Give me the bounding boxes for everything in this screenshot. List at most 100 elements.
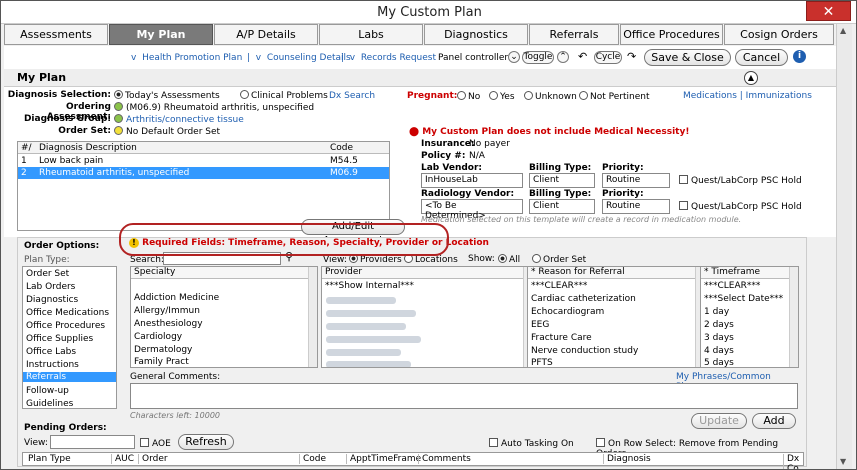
reason-list[interactable]: * Reason for Referral ***CLEAR*** Cardia… xyxy=(527,266,705,368)
tab-diagnostics[interactable]: Diagnostics xyxy=(424,24,528,45)
pregnant-yes-radio[interactable]: Yes xyxy=(489,91,515,102)
list-item[interactable]: Guidelines xyxy=(26,399,73,408)
table-row-selected[interactable]: 2 Rheumatoid arthritis, unspecified M06.… xyxy=(18,167,389,179)
list-item[interactable]: ***CLEAR*** xyxy=(531,281,587,291)
cancel-button[interactable]: Cancel xyxy=(735,49,788,66)
rad-priority-field[interactable]: Routine xyxy=(602,199,670,214)
priority-field[interactable]: Routine xyxy=(602,173,670,188)
list-item[interactable]: Office Medications xyxy=(26,308,109,318)
characters-left: Characters left: 10000 xyxy=(130,411,220,420)
diagnosis-group-value[interactable]: Arthritis/connective tissue xyxy=(114,114,244,125)
info-icon[interactable]: i xyxy=(793,50,806,63)
timeframe-scrollbar[interactable] xyxy=(789,267,798,367)
list-item[interactable]: Family Pract xyxy=(134,357,189,367)
list-item[interactable]: Addiction Medicine xyxy=(134,293,219,303)
tab-my-plan[interactable]: My Plan xyxy=(109,24,213,45)
dx-search-link[interactable]: Dx Search xyxy=(329,91,375,101)
redacted-item[interactable] xyxy=(326,361,411,367)
redacted-item[interactable] xyxy=(326,310,416,317)
records-request-link[interactable]: | v Records Request xyxy=(341,53,436,63)
redacted-item[interactable] xyxy=(326,349,401,356)
list-item[interactable]: Anesthesiology xyxy=(134,319,203,329)
scroll-up-icon[interactable]: ▲ xyxy=(840,26,846,35)
list-item[interactable]: 1 day xyxy=(704,307,729,317)
table-row[interactable]: 1 Low back pain M54.5 xyxy=(18,155,389,167)
collapse-down-icon[interactable]: ⌄ xyxy=(508,51,520,63)
collapse-section-icon[interactable]: ▲ xyxy=(744,71,758,85)
add-button[interactable]: Add xyxy=(752,413,796,429)
redacted-item[interactable] xyxy=(326,323,406,330)
cycle-button[interactable]: Cycle xyxy=(594,51,622,64)
timeframe-list[interactable]: * Timeframe ***CLEAR*** ***Select Date**… xyxy=(700,266,799,368)
pregnant-unknown-radio[interactable]: Unknown xyxy=(524,91,577,102)
specialty-list[interactable]: Specialty Addiction Medicine Allergy/Imm… xyxy=(130,266,318,368)
list-item[interactable]: Lab Orders xyxy=(26,282,75,292)
list-item[interactable]: Office Procedures xyxy=(26,321,105,331)
list-item[interactable]: 3 days xyxy=(704,333,734,343)
list-item[interactable]: Instructions xyxy=(26,360,79,370)
auto-tasking-checkbox[interactable]: Auto Tasking On xyxy=(489,438,574,449)
clinical-problems-radio[interactable]: Clinical Problems xyxy=(240,90,328,101)
quest-labcorp-checkbox[interactable]: Quest/LabCorp PSC Hold xyxy=(679,175,802,186)
radiology-vendor-field[interactable]: <To Be Determined> xyxy=(421,199,523,221)
list-item[interactable]: EEG xyxy=(531,320,549,330)
list-item[interactable]: Nerve conduction study xyxy=(531,346,638,356)
medications-immunizations-link[interactable]: Medications | Immunizations xyxy=(683,91,812,101)
specialty-scrollbar[interactable] xyxy=(308,267,317,367)
order-options-list[interactable]: Order Set Lab Orders Diagnostics Office … xyxy=(22,266,117,409)
billing-type-field[interactable]: Client xyxy=(529,173,595,188)
health-promotion-link[interactable]: v Health Promotion Plan xyxy=(131,53,242,63)
list-item[interactable]: Fracture Care xyxy=(531,333,592,343)
rad-billing-type-field[interactable]: Client xyxy=(529,199,595,214)
pregnant-not-pertinent-radio[interactable]: Not Pertinent xyxy=(579,91,649,102)
tab-cosign-orders[interactable]: Cosign Orders xyxy=(724,24,834,45)
provider-list[interactable]: Provider ***Show Internal*** xyxy=(321,266,533,368)
list-item[interactable]: Order Set xyxy=(26,269,69,279)
list-item[interactable]: ***CLEAR*** xyxy=(704,281,760,291)
list-item[interactable]: Cardiology xyxy=(134,332,182,342)
pending-view-field[interactable] xyxy=(50,435,135,449)
list-item[interactable]: Office Labs xyxy=(26,347,76,357)
counseling-details-link[interactable]: | v Counseling Details xyxy=(247,53,351,63)
show-all-radio[interactable]: All xyxy=(498,254,520,265)
green-status-icon xyxy=(114,102,123,111)
list-item[interactable]: Office Supplies xyxy=(26,334,93,344)
list-item[interactable]: Diagnostics xyxy=(26,295,78,305)
list-item[interactable]: Follow-up xyxy=(26,386,69,396)
list-item[interactable]: 5 days xyxy=(704,358,734,367)
lab-vendor-field[interactable]: InHouseLab xyxy=(421,173,523,188)
redacted-item[interactable] xyxy=(326,297,396,304)
save-close-button[interactable]: Save & Close xyxy=(644,49,731,66)
list-item[interactable]: ***Select Date*** xyxy=(704,294,783,304)
tab-office-procedures[interactable]: Office Procedures xyxy=(620,24,723,45)
list-item[interactable]: Dermatology xyxy=(134,345,192,355)
update-button[interactable]: Update xyxy=(691,413,747,429)
list-item[interactable]: 2 days xyxy=(704,320,734,330)
todays-assessments-radio[interactable]: Today's Assessments xyxy=(114,90,220,101)
list-item-selected[interactable]: Referrals xyxy=(23,372,116,382)
list-item[interactable]: PFTS xyxy=(531,358,553,367)
aoe-checkbox[interactable]: AOE xyxy=(140,438,171,449)
tab-ap-details[interactable]: A/P Details xyxy=(214,24,318,45)
rad-quest-labcorp-checkbox[interactable]: Quest/LabCorp PSC Hold xyxy=(679,201,802,212)
general-comments-textarea[interactable] xyxy=(130,383,798,409)
toggle-button[interactable]: Toggle xyxy=(522,51,554,64)
tab-labs[interactable]: Labs xyxy=(319,24,423,45)
tab-assessments[interactable]: Assessments xyxy=(4,24,108,45)
pregnant-no-radio[interactable]: No xyxy=(457,91,480,102)
list-item[interactable]: ***Show Internal*** xyxy=(325,281,414,291)
list-item[interactable]: Cardiac catheterization xyxy=(531,294,636,304)
undo-arrow-icon[interactable]: ↶ xyxy=(578,50,587,63)
close-button[interactable]: ✕ xyxy=(806,1,851,21)
tab-referrals[interactable]: Referrals xyxy=(529,24,619,45)
redacted-item[interactable] xyxy=(326,336,421,343)
vertical-scrollbar[interactable]: ▲ ▼ xyxy=(836,24,852,469)
scroll-down-icon[interactable]: ▼ xyxy=(840,457,846,466)
list-item[interactable]: Echocardiogram xyxy=(531,307,604,317)
list-item[interactable]: Allergy/Immun xyxy=(134,306,200,316)
refresh-button[interactable]: Refresh xyxy=(178,434,234,450)
redo-arrow-icon[interactable]: ↷ xyxy=(627,50,636,63)
list-item[interactable]: 4 days xyxy=(704,346,734,356)
show-order-set-radio[interactable]: Order Set xyxy=(532,254,586,265)
expand-up-icon[interactable]: ⌃ xyxy=(557,51,569,63)
